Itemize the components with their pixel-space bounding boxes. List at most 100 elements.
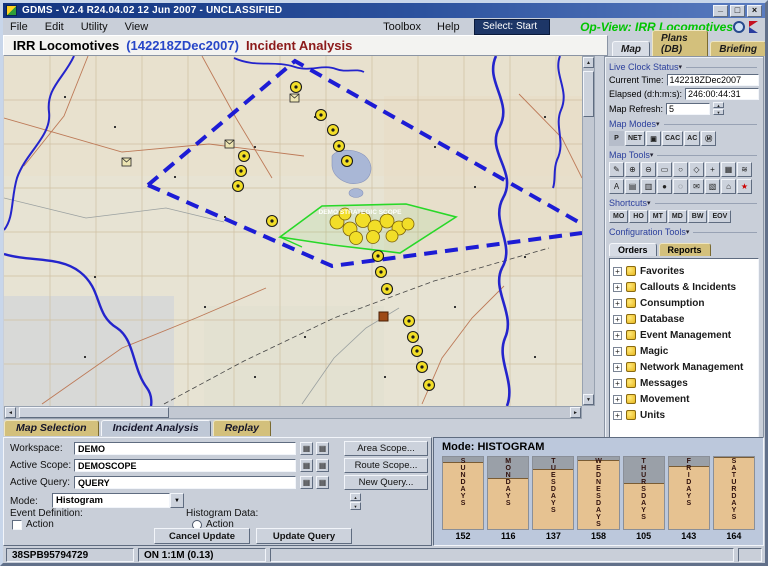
expand-icon[interactable]: +: [613, 395, 622, 404]
map-mode-button-p[interactable]: P: [609, 131, 624, 146]
workspace-edit-icon[interactable]: [316, 442, 329, 455]
map-vertical-scrollbar[interactable]: [582, 56, 595, 406]
tree-item-messages[interactable]: +Messages: [613, 375, 755, 391]
action-checkbox[interactable]: [12, 520, 22, 530]
collapse-icon[interactable]: [679, 64, 683, 71]
menu-file[interactable]: File: [10, 21, 28, 33]
scope-edit-icon[interactable]: [316, 459, 329, 472]
config-tab-orders[interactable]: Orders: [609, 243, 657, 256]
panel-scroll-down-icon[interactable]: ▼: [350, 502, 361, 510]
tree-item-units[interactable]: +Units: [613, 407, 755, 423]
flag-icon[interactable]: [749, 21, 758, 33]
map-tool-icon[interactable]: ▧: [705, 179, 720, 194]
map-mode-button-[interactable]: ▣: [646, 131, 661, 146]
scroll-down-icon[interactable]: [583, 394, 594, 405]
map-tool-icon[interactable]: +: [705, 162, 720, 177]
globe-icon[interactable]: [733, 21, 745, 33]
map-horizontal-scrollbar[interactable]: [4, 406, 582, 419]
collapse-icon[interactable]: [656, 121, 660, 128]
map-tool-icon[interactable]: ◇: [689, 162, 704, 177]
map-tool-icon[interactable]: ▤: [625, 179, 640, 194]
shortcut-button-ho[interactable]: HO: [629, 210, 648, 223]
map-tool-icon[interactable]: ≋: [737, 162, 752, 177]
map-tool-icon[interactable]: ✎: [609, 162, 624, 177]
collapse-icon[interactable]: [650, 152, 654, 159]
workspace-field[interactable]: DEMO: [74, 442, 296, 455]
workspace-browse-icon[interactable]: [300, 442, 313, 455]
select-mode-box[interactable]: Select: Start: [474, 19, 550, 35]
shortcut-button-mt[interactable]: MT: [649, 210, 667, 223]
query-edit-icon[interactable]: [316, 476, 329, 489]
tree-item-event-management[interactable]: +Event Management: [613, 327, 755, 343]
scroll-up-icon[interactable]: [583, 57, 594, 68]
map-refresh-field[interactable]: 5: [666, 103, 710, 115]
tab-plans-db[interactable]: Plans (DB): [652, 30, 708, 56]
map-canvas[interactable]: DEMO STRATEGIC SCOPE: [4, 56, 582, 406]
cancel-update-button[interactable]: Cancel Update: [154, 528, 250, 544]
map-tool-icon[interactable]: ★: [737, 179, 752, 194]
map-tool-icon[interactable]: ⊖: [641, 162, 656, 177]
chevron-down-icon[interactable]: [170, 493, 184, 508]
tree-item-network-management[interactable]: +Network Management: [613, 359, 755, 375]
tab-map-selection[interactable]: Map Selection: [4, 420, 99, 436]
active-scope-field[interactable]: DEMOSCOPE: [74, 459, 296, 472]
menu-utility[interactable]: Utility: [81, 21, 108, 33]
menu-help[interactable]: Help: [437, 21, 460, 33]
mode-dropdown[interactable]: Histogram: [52, 493, 184, 508]
tab-incident-analysis[interactable]: Incident Analysis: [101, 420, 211, 436]
vertical-scroll-thumb[interactable]: [583, 71, 594, 117]
tree-item-magic[interactable]: +Magic: [613, 343, 755, 359]
maximize-button[interactable]: [730, 5, 745, 17]
current-time-field[interactable]: 142218ZDec2007: [667, 74, 759, 86]
spinner-down-icon[interactable]: [713, 109, 724, 115]
map-tool-icon[interactable]: ▥: [641, 179, 656, 194]
map-tool-icon[interactable]: ▦: [721, 162, 736, 177]
route-scope-button[interactable]: Route Scope...: [344, 458, 428, 473]
panel-scroll-up-icon[interactable]: ▲: [350, 493, 361, 501]
tree-item-movement[interactable]: +Movement: [613, 391, 755, 407]
tab-map[interactable]: Map: [612, 41, 650, 56]
new-query-button[interactable]: New Query...: [344, 475, 428, 490]
spinner-up-icon[interactable]: [713, 102, 724, 108]
map-mode-button-cac[interactable]: CAC: [662, 131, 683, 146]
tree-item-favorites[interactable]: +Favorites: [613, 263, 755, 279]
expand-icon[interactable]: +: [613, 331, 622, 340]
map-viewport[interactable]: DEMO STRATEGIC SCOPE: [4, 56, 582, 406]
active-query-field[interactable]: QUERY: [74, 476, 296, 489]
tab-briefing[interactable]: Briefing: [710, 41, 766, 56]
expand-icon[interactable]: +: [613, 283, 622, 292]
shortcut-button-eov[interactable]: EOV: [708, 210, 731, 223]
map-tool-icon[interactable]: ✉: [689, 179, 704, 194]
map-mode-button-[interactable]: Ⓜ: [701, 131, 716, 146]
shortcut-button-bw[interactable]: BW: [688, 210, 708, 223]
title-bar[interactable]: GDMS - V2.4 R24.04.02 12 Jun 2007 - UNCL…: [3, 3, 765, 18]
expand-icon[interactable]: +: [613, 347, 622, 356]
expand-icon[interactable]: +: [613, 315, 622, 324]
update-query-button[interactable]: Update Query: [256, 528, 352, 544]
expand-icon[interactable]: +: [613, 379, 622, 388]
collapse-icon[interactable]: [647, 200, 651, 207]
shortcut-button-md[interactable]: MD: [668, 210, 687, 223]
map-mode-button-ac[interactable]: AC: [684, 131, 700, 146]
map-tool-icon[interactable]: A: [609, 179, 624, 194]
tree-item-callouts-incidents[interactable]: +Callouts & Incidents: [613, 279, 755, 295]
tree-item-consumption[interactable]: +Consumption: [613, 295, 755, 311]
scroll-right-icon[interactable]: [570, 407, 581, 418]
map-tool-icon[interactable]: ▭: [657, 162, 672, 177]
menu-toolbox[interactable]: Toolbox: [383, 21, 421, 33]
map-tool-icon[interactable]: ⊕: [625, 162, 640, 177]
area-scope-button[interactable]: Area Scope...: [344, 441, 428, 456]
unit-marker[interactable]: [379, 312, 388, 321]
map-tool-icon[interactable]: ○: [673, 162, 688, 177]
menu-edit[interactable]: Edit: [45, 21, 64, 33]
map-tool-icon[interactable]: ⌂: [721, 179, 736, 194]
map-tool-icon[interactable]: ●: [657, 179, 672, 194]
collapse-icon[interactable]: [686, 229, 690, 236]
shortcut-button-mo[interactable]: MO: [609, 210, 628, 223]
map-tool-icon[interactable]: ◌: [673, 179, 688, 194]
close-button[interactable]: [747, 5, 762, 17]
expand-icon[interactable]: +: [613, 363, 622, 372]
horizontal-scroll-thumb[interactable]: [19, 407, 169, 418]
menu-view[interactable]: View: [125, 21, 149, 33]
map-mode-button-net[interactable]: NET: [625, 131, 645, 146]
